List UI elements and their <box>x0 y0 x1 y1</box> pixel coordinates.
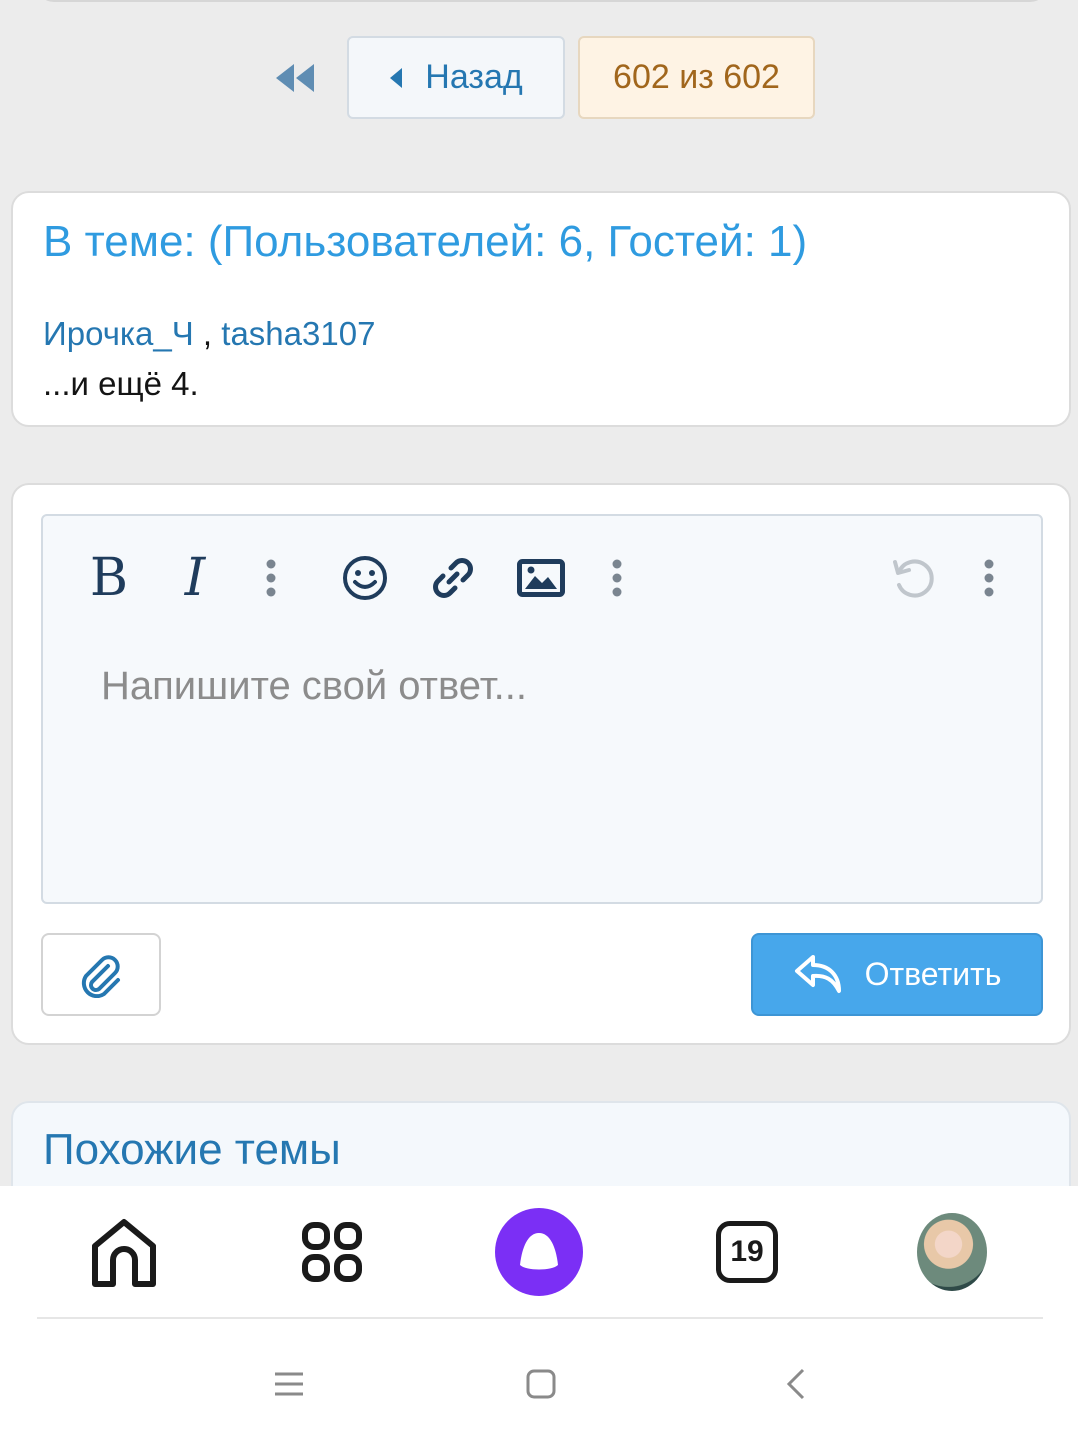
online-user-list: Ирочка_Ч , tasha3107 <box>43 315 375 353</box>
back-button[interactable]: Назад <box>347 36 565 119</box>
user-link[interactable]: Ирочка_Ч <box>43 315 194 352</box>
smiley-icon <box>343 556 387 600</box>
online-more-text: ...и ещё 4. <box>43 365 199 402</box>
back-chevron-icon <box>786 1368 805 1400</box>
more-text-options-button[interactable] <box>243 546 299 610</box>
page-indicator[interactable]: 602 из 602 <box>578 36 815 119</box>
attach-file-button[interactable] <box>41 933 161 1016</box>
reply-input-placeholder[interactable]: Напишите свой ответ... <box>101 664 527 709</box>
more-vertical-icon <box>266 559 276 597</box>
system-home-button[interactable] <box>511 1359 571 1409</box>
undo-button[interactable] <box>881 546 945 610</box>
system-navigation-bar <box>0 1319 1078 1437</box>
profile-button[interactable] <box>902 1204 1002 1300</box>
online-title: В теме: (Пользователей: 6, Гостей: 1) <box>43 217 808 266</box>
more-options-button[interactable] <box>961 546 1017 610</box>
pagination: Назад 602 из 602 <box>0 36 1078 120</box>
more-vertical-icon <box>984 559 994 597</box>
alice-assistant-icon <box>495 1208 583 1296</box>
back-button-label: Назад <box>425 58 523 96</box>
emoji-button[interactable] <box>335 546 395 610</box>
first-page-button[interactable] <box>270 56 322 100</box>
tabs-counter-icon: 19 <box>716 1221 778 1283</box>
user-link[interactable]: tasha3107 <box>221 315 375 352</box>
reply-editor[interactable]: B I Напишите свой ответ... <box>41 514 1043 904</box>
undo-icon <box>893 559 934 598</box>
recent-apps-button[interactable] <box>259 1359 319 1409</box>
browser-bottom-nav: 19 <box>0 1186 1078 1319</box>
tabs-button[interactable]: 19 <box>697 1204 797 1300</box>
link-icon <box>433 558 473 598</box>
more-insert-options-button[interactable] <box>589 546 645 610</box>
home-square-icon <box>526 1369 556 1399</box>
double-chevron-left-icon <box>276 64 314 92</box>
italic-button[interactable]: I <box>167 546 223 610</box>
similar-topics-title: Похожие темы <box>43 1125 341 1174</box>
link-button[interactable] <box>423 546 483 610</box>
caret-left-icon <box>390 67 403 88</box>
home-button[interactable] <box>74 1204 174 1300</box>
paperclip-icon <box>81 954 120 998</box>
avatar <box>917 1213 987 1291</box>
image-icon <box>517 559 565 597</box>
submit-reply-button[interactable]: Ответить <box>751 933 1043 1016</box>
previous-card-edge <box>36 0 1048 2</box>
reply-card: B I Напишите свой ответ... Ответить <box>11 483 1071 1045</box>
insert-image-button[interactable] <box>511 546 571 610</box>
home-icon <box>92 1219 156 1287</box>
menu-icon <box>275 1372 303 1396</box>
reply-arrow-icon <box>794 954 841 993</box>
system-back-button[interactable] <box>766 1359 826 1409</box>
user-separator: , <box>193 315 222 352</box>
submit-reply-label: Ответить <box>864 956 1002 992</box>
online-users-card: В теме: (Пользователей: 6, Гостей: 1) Ир… <box>11 191 1071 427</box>
apps-button[interactable] <box>282 1204 382 1300</box>
alice-assistant-button[interactable] <box>489 1204 589 1300</box>
more-vertical-icon <box>612 559 622 597</box>
bold-button[interactable]: B <box>81 546 137 610</box>
apps-grid-icon <box>302 1222 362 1282</box>
